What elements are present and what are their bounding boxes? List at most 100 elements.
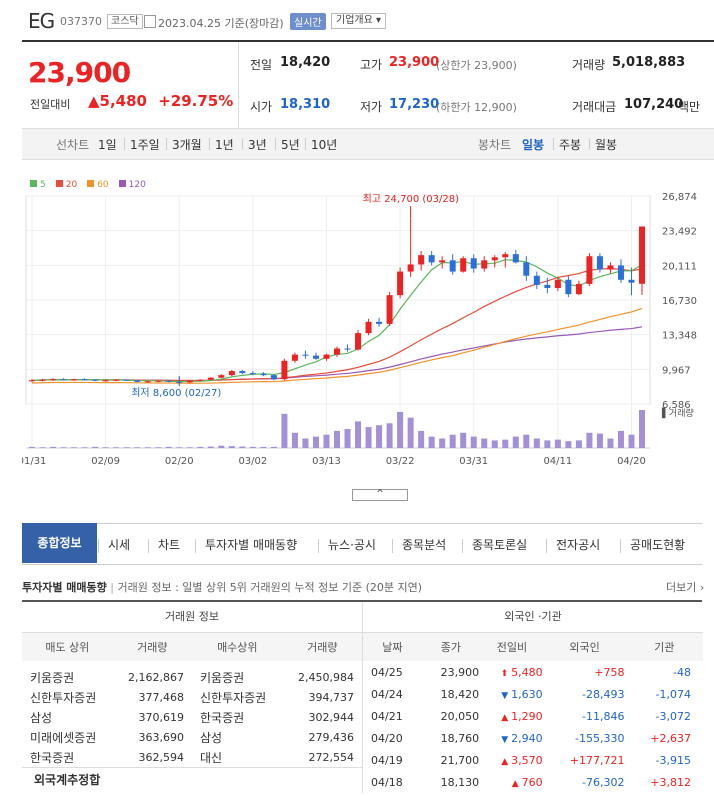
institution-cell: +3,812 [650,775,691,789]
candle [428,255,435,263]
x-tick-label: 04/20 [617,456,646,467]
period-tab-2[interactable]: 3개월 [172,136,202,153]
upper-limit: (상한가 23,900) [436,59,517,72]
period-tab-4[interactable]: 3년 [248,136,267,153]
candle [71,379,78,381]
candle [134,380,141,382]
volume-bar [207,446,214,448]
x-tick-label: 03/22 [386,456,415,467]
market-badge: 코스닥 [107,14,143,29]
ma20-line [31,268,643,382]
volume-bar [218,445,225,448]
candle [565,279,572,295]
candle [491,257,498,261]
tab-5[interactable]: 종목분석 [402,536,446,553]
close-cell: 18,130 [440,775,480,789]
candle [554,279,561,289]
period-tab-6[interactable]: 10년 [311,136,337,153]
candle [502,254,509,258]
table-cell: 272,554 [308,750,355,764]
tab-7[interactable]: 전자공시 [556,536,600,553]
down-arrow-icon: ▼ [501,690,509,701]
separator [589,138,590,150]
tab-3[interactable]: 투자자별 매매동향 [205,536,297,553]
close-cell: 20,050 [440,709,480,723]
candle-monthly-tab[interactable]: 월봉 [595,136,617,153]
volume-bar [249,446,256,448]
candle [92,379,99,381]
company-overview-dropdown[interactable]: 기업개요 ▾ [331,13,386,29]
volume-label: ▌거래량 [661,407,694,419]
lower-limit: (하한가 12,900) [436,101,517,114]
candle [144,381,151,383]
candle [607,265,614,270]
volume-bar [281,413,288,448]
more-link[interactable]: 더보기 › [666,579,704,595]
separator [620,539,621,553]
candle [312,355,319,359]
candle [155,380,162,382]
table-cell: 한국증권 [199,710,245,725]
table-cell: 삼성 [199,730,223,745]
table-row: 신한투자증권 377,468 신한투자증권 394,737 [22,687,362,707]
foreign-cell: -155,330 [575,731,625,745]
collapse-chart-button[interactable]: ^ [352,489,408,501]
candle [102,380,109,382]
table-cell: 302,944 [308,710,355,724]
volume-bar [470,436,477,448]
foreign-cell: -11,846 [582,709,625,723]
candle [249,373,256,375]
volume-bar [428,436,435,448]
volume-bar [460,432,467,448]
candle [533,275,540,285]
candle [344,348,351,350]
table-cell: 키움증권 [30,670,75,685]
separator [392,539,393,553]
candle [386,295,393,324]
table-cell: 2,450,984 [298,670,354,684]
x-tick-label: 04/11 [543,456,572,467]
tab-1[interactable]: 시세 [108,536,130,553]
broker-table: 매도 상위 거래량 매수상위 거래량 키움증권 2,162,867 키움증권 2,450,9… [22,633,362,767]
change-cell: ▲ 3,570 [480,749,544,771]
institution-cell: +2,637 [650,731,691,745]
table-cell: 279,436 [308,730,355,744]
candle [29,380,35,382]
tab-summary[interactable]: 종합정보 [22,523,97,563]
table-row: 04/21 20,050 ▲ 1,290 -11,846 -3,072 [363,705,703,727]
change-cell: ▼ 2,940 [480,727,544,749]
period-tab-5[interactable]: 5년 [281,136,300,153]
candle [481,260,488,269]
tab-6[interactable]: 종목토론실 [472,536,527,553]
foreign-title: 외국인 ·기관 [363,602,703,633]
tab-2[interactable]: 차트 [158,536,180,553]
volume-bar [113,447,120,448]
candle-daily-tab[interactable]: 일봉 [522,136,544,153]
period-tab-0[interactable]: 1일 [98,136,117,153]
foreign-cell: -76,302 [582,775,625,789]
candle [239,371,246,374]
candle [50,379,57,381]
tab-4[interactable]: 뉴스·공시 [328,536,376,553]
table-cell: 삼성 [30,710,53,725]
candle [523,262,530,276]
ma5-line [31,259,643,383]
period-tab-3[interactable]: 1년 [215,136,234,153]
amount-label: 거래대금 [572,100,617,114]
tab-8[interactable]: 공매도현황 [630,536,685,553]
candle-weekly-tab[interactable]: 주봉 [559,136,581,153]
candle [113,379,120,381]
change-value: 760 [521,775,543,789]
foreign-cell: -28,493 [582,687,625,701]
candle [323,354,330,359]
candle [302,354,309,356]
x-tick-label: 02/09 [91,456,120,467]
institution-cell: -48 [673,665,691,679]
volume-bar [29,446,35,448]
separator [98,539,99,553]
x-tick-label: 03/02 [238,456,267,467]
volume-bar [512,436,519,448]
period-tab-1[interactable]: 1주일 [130,136,160,153]
volume-bar [323,434,330,448]
realtime-button[interactable]: 실시간 [290,13,326,30]
